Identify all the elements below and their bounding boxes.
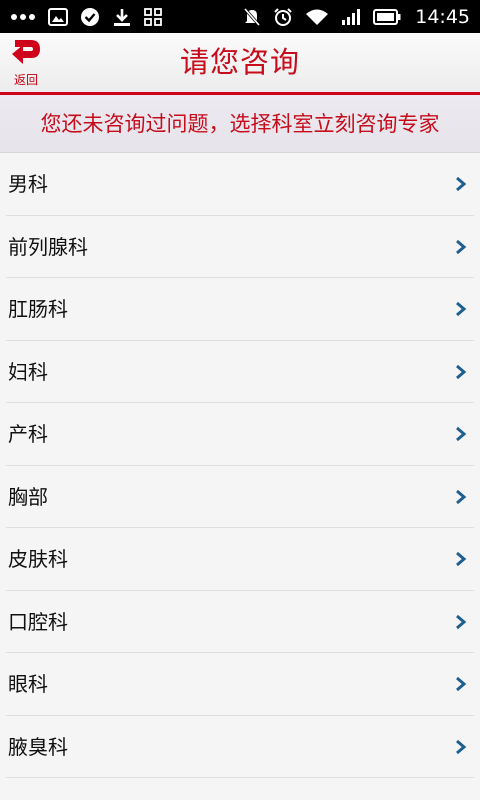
chevron-right-icon (456, 551, 467, 567)
mute-icon (243, 7, 261, 27)
department-label: 产科 (8, 422, 48, 446)
department-item-obstetrics[interactable]: 产科 (6, 403, 474, 466)
department-label: 肛肠科 (8, 297, 68, 321)
page-title: 请您咨询 (179, 45, 300, 79)
chevron-right-icon (456, 614, 467, 629)
back-label: 返回 (13, 73, 38, 87)
status-bar: 14:45 (0, 0, 480, 33)
department-label: 皮肤科 (8, 547, 68, 571)
department-item-ophthalmology[interactable]: 眼科 (6, 653, 474, 716)
department-item-axillary[interactable]: 腋臭科 (6, 716, 474, 778)
consult-notice: 您还未咨询过问题，选择科室立刻咨询专家 (0, 95, 480, 153)
signal-icon (341, 7, 361, 27)
chevron-right-icon (456, 176, 467, 192)
more-dots-icon (10, 7, 36, 27)
chevron-right-icon (456, 676, 467, 692)
department-list: 男科 前列腺科 肛肠科 妇科 产科 胸部 皮肤科 口腔科 眼科 腋臭科 (0, 153, 480, 778)
battery-icon (373, 7, 401, 27)
department-label: 前列腺科 (8, 234, 88, 259)
department-label: 胸部 (8, 484, 48, 509)
chevron-right-icon (456, 301, 467, 317)
image-icon (48, 7, 68, 27)
status-time: 14:45 (415, 5, 470, 28)
grid-icon (144, 7, 162, 27)
chevron-right-icon (456, 739, 467, 754)
department-item-anorectal[interactable]: 肛肠科 (6, 278, 474, 341)
alarm-icon (273, 7, 293, 27)
chevron-right-icon (456, 489, 467, 504)
department-item-breast[interactable]: 胸部 (6, 466, 474, 528)
back-arrow-icon (9, 37, 43, 69)
department-label: 男科 (8, 172, 48, 196)
app-header: 返回 请您咨询 (0, 33, 480, 92)
status-left (10, 7, 162, 27)
department-item-andrology[interactable]: 男科 (6, 153, 474, 216)
wifi-icon (305, 7, 329, 27)
department-item-gynecology[interactable]: 妇科 (6, 341, 474, 403)
back-button[interactable]: 返回 (6, 37, 46, 89)
download-icon (112, 7, 132, 27)
department-label: 腋臭科 (8, 734, 68, 759)
status-right: 14:45 (243, 6, 470, 28)
department-label: 口腔科 (8, 609, 68, 634)
list-bottom-strip (0, 778, 480, 800)
chevron-right-icon (456, 426, 467, 442)
department-item-prostate[interactable]: 前列腺科 (6, 216, 474, 278)
department-label: 眼科 (8, 672, 48, 696)
department-item-dermatology[interactable]: 皮肤科 (6, 528, 474, 591)
chevron-right-icon (456, 239, 467, 254)
department-item-stomatology[interactable]: 口腔科 (6, 591, 474, 653)
department-label: 妇科 (8, 359, 48, 384)
check-circle-icon (80, 7, 100, 27)
chevron-right-icon (456, 364, 467, 379)
